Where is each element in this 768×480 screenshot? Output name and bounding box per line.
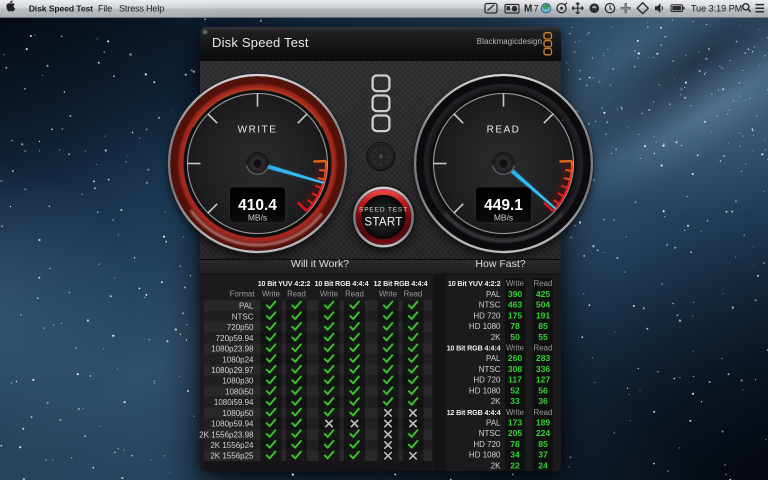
svg-text:78: 78 xyxy=(510,439,520,449)
svg-text:READ: READ xyxy=(487,125,521,136)
svg-text:425: 425 xyxy=(536,289,551,299)
svg-text:2K 1556p23.98: 2K 1556p23.98 xyxy=(199,430,254,439)
svg-text:HD 1080: HD 1080 xyxy=(469,451,501,460)
svg-text:2K: 2K xyxy=(491,397,501,406)
svg-text:SPEED TEST: SPEED TEST xyxy=(359,207,408,214)
svg-text:117: 117 xyxy=(508,375,522,385)
svg-text:Read: Read xyxy=(345,290,364,299)
svg-text:336: 336 xyxy=(536,364,551,374)
svg-text:12 Bit RGB 4:4:4: 12 Bit RGB 4:4:4 xyxy=(447,408,501,417)
svg-text:56: 56 xyxy=(538,385,548,395)
svg-text:24: 24 xyxy=(538,460,548,470)
svg-text:PAL: PAL xyxy=(239,302,254,311)
svg-text:Write: Write xyxy=(262,290,280,299)
svg-text:HD 720: HD 720 xyxy=(473,311,501,320)
svg-text:2K: 2K xyxy=(491,333,501,342)
svg-text:2K 1556p25: 2K 1556p25 xyxy=(210,452,254,461)
svg-text:85: 85 xyxy=(538,321,548,331)
svg-text:Stress: Stress xyxy=(119,3,145,13)
svg-text:HD 720: HD 720 xyxy=(473,440,501,449)
svg-text:52: 52 xyxy=(510,385,520,395)
svg-text:1080i50: 1080i50 xyxy=(225,387,254,396)
svg-text:127: 127 xyxy=(536,375,551,385)
svg-text:224: 224 xyxy=(536,428,551,438)
svg-text:36: 36 xyxy=(538,396,548,406)
svg-text:Format: Format xyxy=(230,290,256,299)
svg-text:720p59.94: 720p59.94 xyxy=(216,334,254,343)
svg-text:Write: Write xyxy=(379,290,397,299)
svg-text:1080p29.97: 1080p29.97 xyxy=(211,366,254,375)
svg-text:175: 175 xyxy=(508,310,523,320)
svg-text:7: 7 xyxy=(534,4,539,15)
svg-text:Read: Read xyxy=(534,344,553,353)
svg-text:33: 33 xyxy=(510,396,520,406)
svg-text:55: 55 xyxy=(538,332,548,342)
svg-text:MB/s: MB/s xyxy=(248,212,267,222)
svg-text:2K 1556p24: 2K 1556p24 xyxy=(210,441,254,450)
svg-text:Write: Write xyxy=(506,344,524,353)
svg-text:NTSC: NTSC xyxy=(232,312,254,321)
svg-text:10 Bit YUV 4:2:2: 10 Bit YUV 4:2:2 xyxy=(448,279,501,288)
svg-text:191: 191 xyxy=(536,310,551,320)
svg-text:File: File xyxy=(98,3,112,13)
svg-text:Write: Write xyxy=(506,408,524,417)
svg-text:1080p24: 1080p24 xyxy=(222,355,254,364)
svg-text:1080p59.94: 1080p59.94 xyxy=(211,420,254,429)
svg-text:10 Bit YUV 4:2:2: 10 Bit YUV 4:2:2 xyxy=(258,279,311,288)
svg-text:308: 308 xyxy=(508,364,523,374)
svg-text:283: 283 xyxy=(536,353,551,363)
svg-text:M: M xyxy=(524,4,532,15)
svg-text:Read: Read xyxy=(534,408,553,417)
svg-text:MB/s: MB/s xyxy=(494,212,513,222)
svg-text:Read: Read xyxy=(534,279,553,288)
svg-text:1080p23.98: 1080p23.98 xyxy=(211,345,254,354)
svg-text:390: 390 xyxy=(508,289,523,299)
svg-text:PAL: PAL xyxy=(486,354,501,363)
svg-text:WRITE: WRITE xyxy=(238,125,278,136)
svg-text:50: 50 xyxy=(510,332,520,342)
svg-text:10 Bit RGB 4:4:4: 10 Bit RGB 4:4:4 xyxy=(315,279,369,288)
svg-text:410.4: 410.4 xyxy=(238,197,277,214)
svg-text:1080i59.94: 1080i59.94 xyxy=(214,398,254,407)
svg-text:189: 189 xyxy=(536,418,551,428)
svg-text:START: START xyxy=(364,217,402,229)
svg-text:2K: 2K xyxy=(491,461,501,470)
svg-text:173: 173 xyxy=(508,418,523,428)
svg-text:720p50: 720p50 xyxy=(227,323,254,332)
svg-text:463: 463 xyxy=(508,300,523,310)
svg-text:PAL: PAL xyxy=(486,419,501,428)
svg-text:449.1: 449.1 xyxy=(484,197,523,214)
svg-text:Write: Write xyxy=(320,290,338,299)
svg-text:Help: Help xyxy=(146,3,164,13)
svg-text:Read: Read xyxy=(404,290,423,299)
svg-text:34: 34 xyxy=(510,450,520,460)
svg-text:NTSC: NTSC xyxy=(479,365,501,374)
svg-text:Tue 3:19 PM: Tue 3:19 PM xyxy=(691,3,742,13)
svg-text:22: 22 xyxy=(510,460,520,470)
svg-text:78: 78 xyxy=(510,321,520,331)
svg-text:PAL: PAL xyxy=(486,290,501,299)
svg-text:260: 260 xyxy=(508,353,523,363)
svg-text:NTSC: NTSC xyxy=(479,301,501,310)
svg-text:504: 504 xyxy=(536,300,551,310)
svg-text:85: 85 xyxy=(538,439,548,449)
svg-text:1080p50: 1080p50 xyxy=(222,409,254,418)
svg-text:HD 1080: HD 1080 xyxy=(469,386,501,395)
svg-text:37: 37 xyxy=(538,450,548,460)
svg-text:Disk Speed Test: Disk Speed Test xyxy=(29,3,93,13)
svg-text:HD 1080: HD 1080 xyxy=(469,322,501,331)
svg-text:NTSC: NTSC xyxy=(479,429,501,438)
svg-text:HD 720: HD 720 xyxy=(473,376,501,385)
svg-text:1080p30: 1080p30 xyxy=(222,377,254,386)
svg-text:205: 205 xyxy=(508,428,523,438)
svg-text:Read: Read xyxy=(287,290,306,299)
svg-text:12 Bit RGB 4:4:4: 12 Bit RGB 4:4:4 xyxy=(374,279,428,288)
svg-text:Write: Write xyxy=(506,279,524,288)
svg-text:10 Bit RGB 4:4:4: 10 Bit RGB 4:4:4 xyxy=(447,344,501,353)
